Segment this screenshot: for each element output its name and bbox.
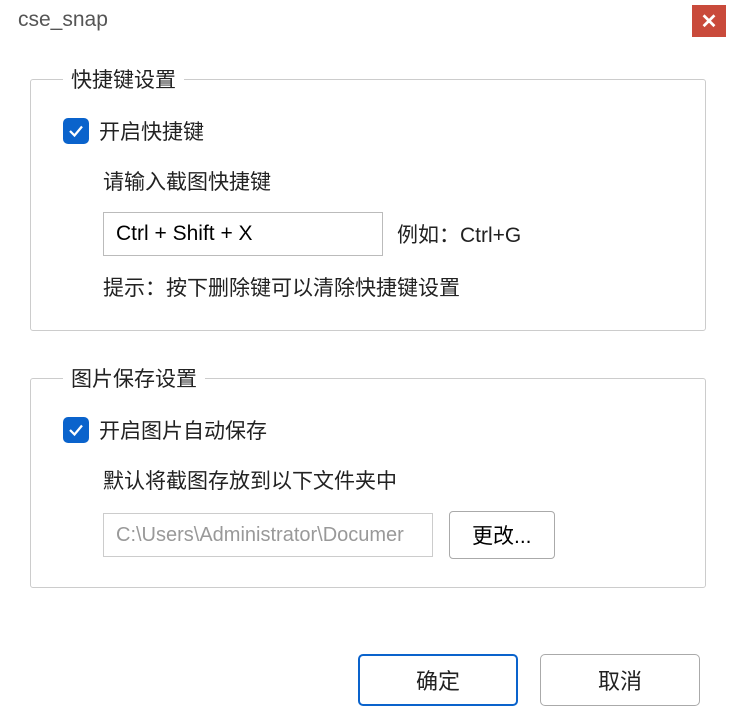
window-title: cse_snap	[18, 8, 108, 32]
check-icon	[67, 421, 85, 439]
shortcut-legend: 快捷键设置	[63, 64, 184, 94]
shortcut-input[interactable]	[103, 212, 383, 256]
shortcut-instruction: 请输入截图快捷键	[103, 166, 681, 196]
enable-shortcut-row: 开启快捷键	[63, 116, 681, 146]
close-icon: ✕	[701, 9, 718, 34]
shortcut-input-row: 例如：Ctrl+G	[103, 212, 681, 256]
save-details: 默认将截图存放到以下文件夹中 更改...	[63, 465, 681, 559]
shortcut-details: 请输入截图快捷键 例如：Ctrl+G 提示：按下删除键可以清除快捷键设置	[63, 166, 681, 302]
ok-button[interactable]: 确定	[358, 654, 518, 706]
dialog-footer: 确定 取消	[358, 654, 700, 706]
change-path-button[interactable]: 更改...	[449, 511, 555, 559]
enable-shortcut-label: 开启快捷键	[99, 116, 204, 146]
shortcut-settings-group: 快捷键设置 开启快捷键 请输入截图快捷键 例如：Ctrl+G 提示：按下删除键可…	[30, 64, 706, 331]
enable-autosave-label: 开启图片自动保存	[99, 415, 267, 445]
enable-autosave-row: 开启图片自动保存	[63, 415, 681, 445]
save-legend: 图片保存设置	[63, 363, 205, 393]
cancel-button[interactable]: 取消	[540, 654, 700, 706]
enable-shortcut-checkbox[interactable]	[63, 118, 89, 144]
save-instruction: 默认将截图存放到以下文件夹中	[103, 465, 681, 495]
shortcut-hint: 提示：按下删除键可以清除快捷键设置	[103, 272, 681, 302]
titlebar: cse_snap ✕	[0, 0, 736, 40]
shortcut-example: 例如：Ctrl+G	[397, 219, 521, 249]
path-row: 更改...	[103, 511, 681, 559]
enable-autosave-checkbox[interactable]	[63, 417, 89, 443]
close-button[interactable]: ✕	[692, 5, 726, 37]
content-area: 快捷键设置 开启快捷键 请输入截图快捷键 例如：Ctrl+G 提示：按下删除键可…	[0, 40, 736, 588]
check-icon	[67, 122, 85, 140]
save-settings-group: 图片保存设置 开启图片自动保存 默认将截图存放到以下文件夹中 更改...	[30, 363, 706, 588]
save-path-input[interactable]	[103, 513, 433, 557]
